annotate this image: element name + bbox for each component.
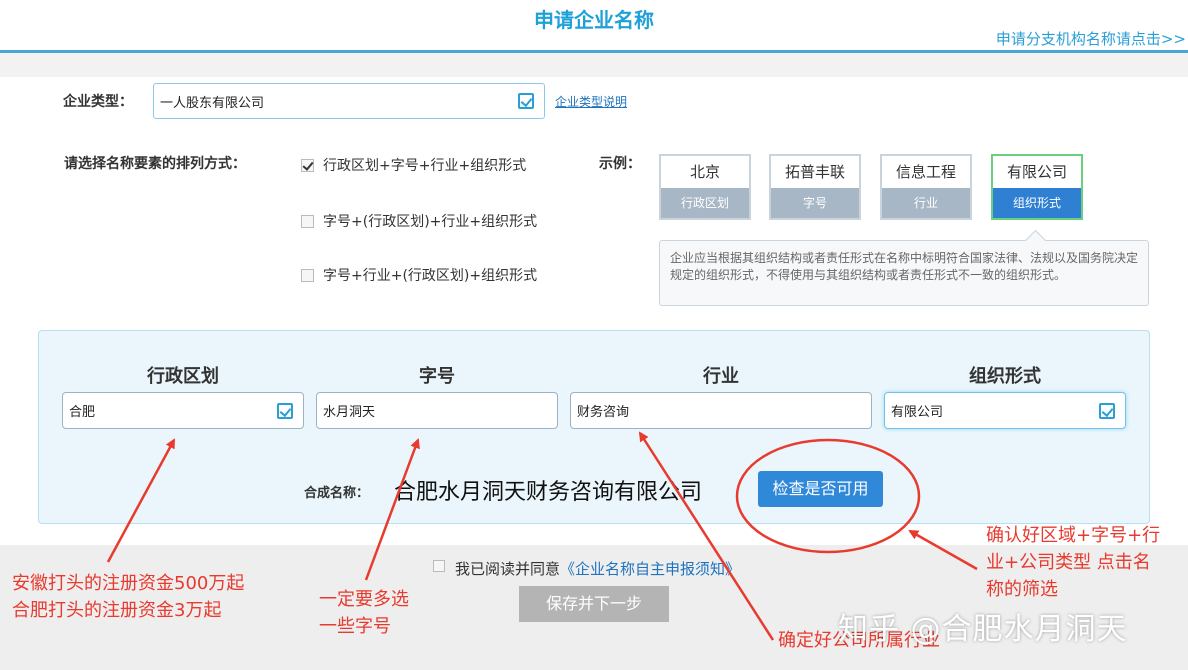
header-band: [0, 53, 1188, 77]
example-value: 信息工程: [895, 163, 956, 181]
industry-input[interactable]: 财务咨询: [570, 392, 872, 429]
org-form-value: 有限公司: [891, 405, 944, 420]
column-header-industry: 行业: [703, 366, 739, 387]
agreement-link[interactable]: 《企业名称自主申报须知》: [560, 560, 740, 578]
example-tooltip: 企业应当根据其组织结构或者责任形式在名称中标明符合国家法律、法规以及国务院决定规…: [659, 240, 1149, 306]
annotation-check-tip: 确认好区域+字号+行 业+公司类型 点击名 称的筛选: [986, 522, 1160, 603]
example-value: 拓普丰联: [784, 163, 845, 181]
example-card-org-form: 有限公司 组织形式: [991, 154, 1083, 220]
agreement-prefix: 我已阅读并同意: [455, 560, 561, 578]
brand-value: 水月洞天: [323, 405, 376, 420]
checkbox[interactable]: [301, 214, 314, 228]
example-tag: 字号: [771, 188, 859, 218]
column-header-brand: 字号: [419, 366, 455, 387]
example-card-brand: 拓普丰联 字号: [769, 154, 861, 220]
checkbox[interactable]: [301, 268, 314, 282]
check-availability-button[interactable]: 检查是否可用: [758, 471, 883, 507]
region-value: 合肥: [69, 405, 96, 420]
arrangement-option-1[interactable]: 行政区划+字号+行业+组织形式: [301, 155, 526, 175]
watermark: 知乎 @合肥水月洞天: [838, 612, 1128, 647]
annotation-line: 称的筛选: [986, 579, 1058, 600]
checkbox-checked[interactable]: [301, 158, 314, 172]
region-select[interactable]: 合肥: [62, 392, 304, 429]
example-tag: 组织形式: [993, 188, 1081, 218]
combined-name-label: 合成名称：: [304, 486, 370, 501]
annotation-line: 合肥打头的注册资金3万起: [12, 600, 222, 621]
annotation-line: 确认好区域+字号+行: [986, 525, 1161, 546]
select-picker-icon[interactable]: [277, 402, 293, 419]
annotation-line: 安徽打头的注册资金500万起: [12, 573, 245, 594]
company-type-label: 企业类型：: [63, 94, 133, 110]
example-label: 示例：: [599, 156, 641, 172]
combined-name-value: 合肥水月洞天财务咨询有限公司: [394, 480, 703, 505]
arrangement-option-2[interactable]: 字号+(行政区划)+行业+组织形式: [301, 211, 537, 231]
example-tag: 行业: [882, 188, 970, 218]
example-value: 北京: [689, 163, 720, 181]
org-form-select[interactable]: 有限公司: [884, 392, 1126, 429]
arrangement-label: 请选择名称要素的排列方式：: [64, 156, 246, 172]
example-card-industry: 信息工程 行业: [880, 154, 972, 220]
company-type-help-link[interactable]: 企业类型说明: [555, 93, 627, 110]
annotation-registered-capital: 安徽打头的注册资金500万起 合肥打头的注册资金3万起: [12, 570, 244, 624]
column-header-region: 行政区划: [147, 366, 219, 387]
select-picker-icon[interactable]: [518, 93, 534, 109]
option-label: 行政区划+字号+行业+组织形式: [323, 158, 527, 174]
arrangement-option-3[interactable]: 字号+行业+(行政区划)+组织形式: [301, 265, 537, 285]
annotation-line: 业+公司类型 点击名: [986, 552, 1151, 573]
example-card-region: 北京 行政区划: [659, 154, 751, 220]
industry-value: 财务咨询: [577, 405, 630, 420]
company-type-select[interactable]: 一人股东有限公司: [153, 83, 545, 119]
option-label: 字号+行业+(行政区划)+组织形式: [323, 268, 538, 284]
annotation-line: 一些字号: [319, 616, 391, 637]
annotation-line: 一定要多选: [319, 589, 409, 610]
column-header-org-form: 组织形式: [969, 366, 1041, 387]
brand-name-input[interactable]: 水月洞天: [316, 392, 558, 429]
annotation-brand-tip: 一定要多选 一些字号: [319, 586, 409, 640]
branch-apply-link[interactable]: 申请分支机构名称请点击>>: [996, 28, 1186, 49]
select-picker-icon[interactable]: [1099, 402, 1115, 419]
agreement-text: 我已阅读并同意《企业名称自主申报须知》: [455, 558, 740, 579]
company-type-value: 一人股东有限公司: [160, 95, 265, 111]
option-label: 字号+(行政区划)+行业+组织形式: [323, 214, 538, 230]
example-tag: 行政区划: [661, 188, 749, 218]
example-value: 有限公司: [1006, 163, 1067, 181]
agree-checkbox[interactable]: [433, 560, 445, 572]
save-next-button[interactable]: 保存并下一步: [519, 586, 669, 622]
